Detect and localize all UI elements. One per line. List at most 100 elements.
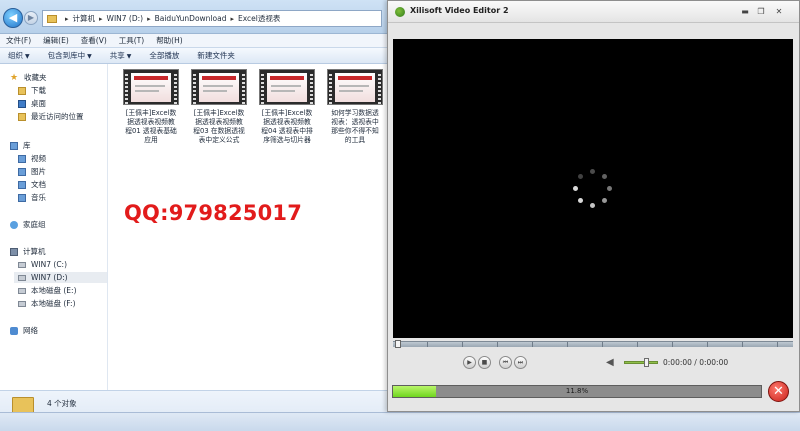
restore-button[interactable]: ❐ bbox=[755, 7, 767, 17]
video-preview bbox=[393, 39, 793, 338]
play-icon: ▶ bbox=[467, 359, 472, 366]
menu-file[interactable]: 文件(F) bbox=[6, 35, 31, 46]
drive-icon bbox=[18, 261, 26, 268]
sidebar-label: 网络 bbox=[23, 326, 38, 335]
loading-spinner-icon bbox=[573, 169, 613, 209]
menu-view[interactable]: 查看(V) bbox=[81, 35, 107, 46]
recent-places-icon bbox=[18, 112, 26, 121]
sidebar-item-drive-f[interactable]: 本地磁盘 (F:) bbox=[18, 298, 76, 309]
file-name: [王佩丰]Excel数 据透视表视频教 程01 透视表基础 应用 bbox=[125, 109, 177, 144]
sidebar-label: 音乐 bbox=[31, 193, 46, 202]
chevron-right-icon: ▸ bbox=[99, 14, 103, 23]
seek-ticks bbox=[393, 342, 793, 347]
sidebar-item-computer[interactable]: 计算机 bbox=[10, 246, 46, 257]
volume-icon[interactable]: ◀ bbox=[606, 357, 618, 369]
qq-watermark: QQ:979825017 bbox=[124, 201, 303, 225]
breadcrumb-current[interactable]: Excel透视表 bbox=[238, 13, 280, 24]
menu-tools[interactable]: 工具(T) bbox=[119, 35, 144, 46]
share-button[interactable]: 共享 ▼ bbox=[110, 50, 132, 61]
file-name: [王佩丰]Excel数 据透视表视频教 程04 透视表中排 序筛选与切片器 bbox=[261, 109, 313, 144]
include-in-library-button[interactable]: 包含到库中 ▼ bbox=[48, 50, 92, 61]
video-library-icon bbox=[18, 154, 26, 163]
library-icon bbox=[10, 141, 18, 150]
sidebar-item-downloads[interactable]: 下载 bbox=[18, 85, 46, 96]
sidebar-label: 收藏夹 bbox=[24, 73, 47, 82]
volume-slider[interactable] bbox=[624, 361, 658, 364]
file-item[interactable]: [王佩丰]Excel数 据透视表视频教 程04 透视表中排 序筛选与切片器 bbox=[257, 69, 317, 145]
menu-help[interactable]: 帮助(H) bbox=[156, 35, 183, 46]
caret-down-icon: ▼ bbox=[126, 53, 132, 60]
arrow-left-icon: ◀ bbox=[8, 11, 18, 24]
breadcrumb-computer[interactable]: 计算机 bbox=[73, 13, 96, 24]
volume-knob[interactable] bbox=[644, 358, 650, 367]
skip-forward-icon: ⏭ bbox=[517, 359, 524, 366]
sidebar-item-drive-d[interactable]: WIN7 (D:) bbox=[14, 272, 107, 283]
network-icon bbox=[10, 326, 18, 335]
new-folder-button[interactable]: 新建文件夹 bbox=[197, 50, 235, 61]
desktop-icon bbox=[18, 99, 26, 108]
file-name: [王佩丰]Excel数 据透视表视频教 程03 在数据透视 表中定义公式 bbox=[193, 109, 245, 144]
skip-back-icon: ⏮ bbox=[502, 359, 509, 366]
play-all-button[interactable]: 全部播放 bbox=[149, 50, 179, 61]
share-label: 共享 bbox=[109, 51, 125, 60]
stop-button[interactable]: ■ bbox=[478, 356, 491, 369]
next-frame-button[interactable]: ⏭ bbox=[514, 356, 527, 369]
editor-titlebar[interactable]: Xilisoft Video Editor 2 ▬ ❐ ✕ bbox=[388, 1, 799, 23]
organize-button[interactable]: 组织 ▼ bbox=[8, 50, 30, 61]
stop-icon: ■ bbox=[481, 359, 488, 366]
chevron-right-icon: ▸ bbox=[65, 14, 69, 23]
sidebar-item-drive-c[interactable]: WIN7 (C:) bbox=[18, 259, 67, 270]
sidebar-label: 图片 bbox=[31, 167, 46, 176]
seek-handle[interactable] bbox=[395, 340, 401, 348]
minimize-icon: ▬ bbox=[741, 7, 749, 16]
item-count: 4 个对象 bbox=[47, 399, 77, 408]
sidebar-item-favorites[interactable]: ★ 收藏夹 bbox=[10, 72, 47, 83]
close-icon: ✕ bbox=[775, 7, 783, 16]
cancel-button[interactable]: ✕ bbox=[768, 381, 789, 402]
taskbar bbox=[0, 412, 800, 431]
video-thumbnail bbox=[259, 69, 315, 105]
sidebar-item-homegroup[interactable]: 家庭组 bbox=[10, 219, 46, 230]
sidebar-item-recent-places[interactable]: 最近访问的位置 bbox=[18, 111, 84, 122]
menu-edit[interactable]: 编辑(E) bbox=[43, 35, 69, 46]
picture-library-icon bbox=[18, 167, 26, 176]
video-thumbnail bbox=[191, 69, 247, 105]
sidebar-item-videos[interactable]: 视频 bbox=[18, 153, 46, 164]
minimize-button[interactable]: ▬ bbox=[739, 7, 751, 17]
sidebar-item-libraries[interactable]: 库 bbox=[10, 140, 31, 151]
play-button[interactable]: ▶ bbox=[463, 356, 476, 369]
sidebar-label: 视频 bbox=[31, 154, 46, 163]
sidebar-item-network[interactable]: 网络 bbox=[10, 325, 38, 336]
folder-icon bbox=[47, 14, 57, 23]
address-bar[interactable]: ▸ 计算机 ▸ WIN7 (D:) ▸ BaiduYunDownload ▸ E… bbox=[42, 10, 382, 27]
file-item[interactable]: 如何学习数据透 视表：透视表中 那些你不得不知 的工具 bbox=[325, 69, 385, 145]
star-icon: ★ bbox=[10, 72, 19, 83]
progress-percent: 11.8% bbox=[565, 387, 589, 395]
close-icon: ✕ bbox=[773, 384, 784, 399]
time-display: 0:00:00 / 0:00:00 bbox=[663, 358, 729, 367]
sidebar-label: 计算机 bbox=[23, 247, 46, 256]
file-item[interactable]: [王佩丰]Excel数 据透视表视频教 程03 在数据透视 表中定义公式 bbox=[189, 69, 249, 145]
video-thumbnail bbox=[327, 69, 383, 105]
video-editor-window: Xilisoft Video Editor 2 ▬ ❐ ✕ bbox=[387, 0, 800, 412]
prev-frame-button[interactable]: ⏮ bbox=[499, 356, 512, 369]
sidebar-item-music[interactable]: 音乐 bbox=[18, 192, 46, 203]
sidebar-label: 本地磁盘 (F:) bbox=[31, 299, 76, 308]
caret-down-icon: ▼ bbox=[87, 53, 92, 60]
breadcrumb-folder[interactable]: BaiduYunDownload bbox=[155, 14, 227, 23]
sidebar-item-drive-e[interactable]: 本地磁盘 (E:) bbox=[18, 285, 77, 296]
navigation-pane: ★ 收藏夹 下载 桌面 最近访问的位置 库 视频 图片 文档 音乐 家庭组 计算机… bbox=[0, 64, 108, 390]
file-item[interactable]: [王佩丰]Excel数 据透视表视频教 程01 透视表基础 应用 bbox=[121, 69, 181, 145]
file-name: 如何学习数据透 视表：透视表中 那些你不得不知 的工具 bbox=[331, 109, 379, 144]
sidebar-label: 本地磁盘 (E:) bbox=[31, 286, 77, 295]
sidebar-label: 文档 bbox=[31, 180, 46, 189]
back-button[interactable]: ◀ bbox=[3, 8, 23, 28]
sidebar-item-desktop[interactable]: 桌面 bbox=[18, 98, 46, 109]
file-list: [王佩丰]Excel数 据透视表视频教 程01 透视表基础 应用 [王佩丰]Excel… bbox=[109, 64, 391, 390]
sidebar-item-documents[interactable]: 文档 bbox=[18, 179, 46, 190]
close-button[interactable]: ✕ bbox=[773, 7, 785, 17]
forward-button[interactable]: ▶ bbox=[24, 11, 38, 25]
sidebar-item-pictures[interactable]: 图片 bbox=[18, 166, 46, 177]
seek-bar[interactable] bbox=[393, 340, 793, 348]
breadcrumb-drive[interactable]: WIN7 (D:) bbox=[107, 14, 144, 23]
